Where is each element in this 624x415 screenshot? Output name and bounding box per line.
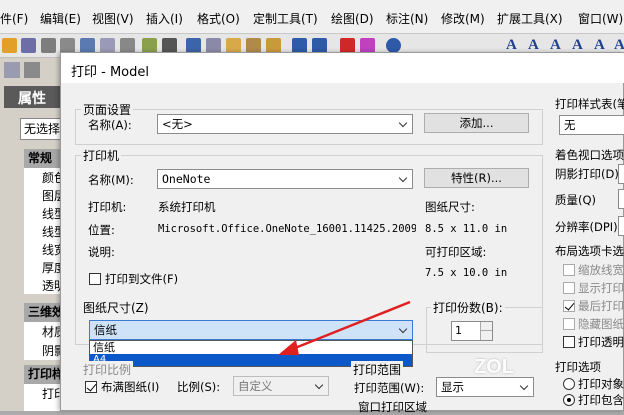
zol-watermark-subtitle: 中关村在线 — [478, 379, 518, 388]
arrow-head — [278, 340, 299, 355]
annotation-arrow — [278, 300, 411, 355]
arrow-shaft — [289, 300, 411, 352]
zol-watermark-logo: ZOL — [474, 356, 514, 378]
